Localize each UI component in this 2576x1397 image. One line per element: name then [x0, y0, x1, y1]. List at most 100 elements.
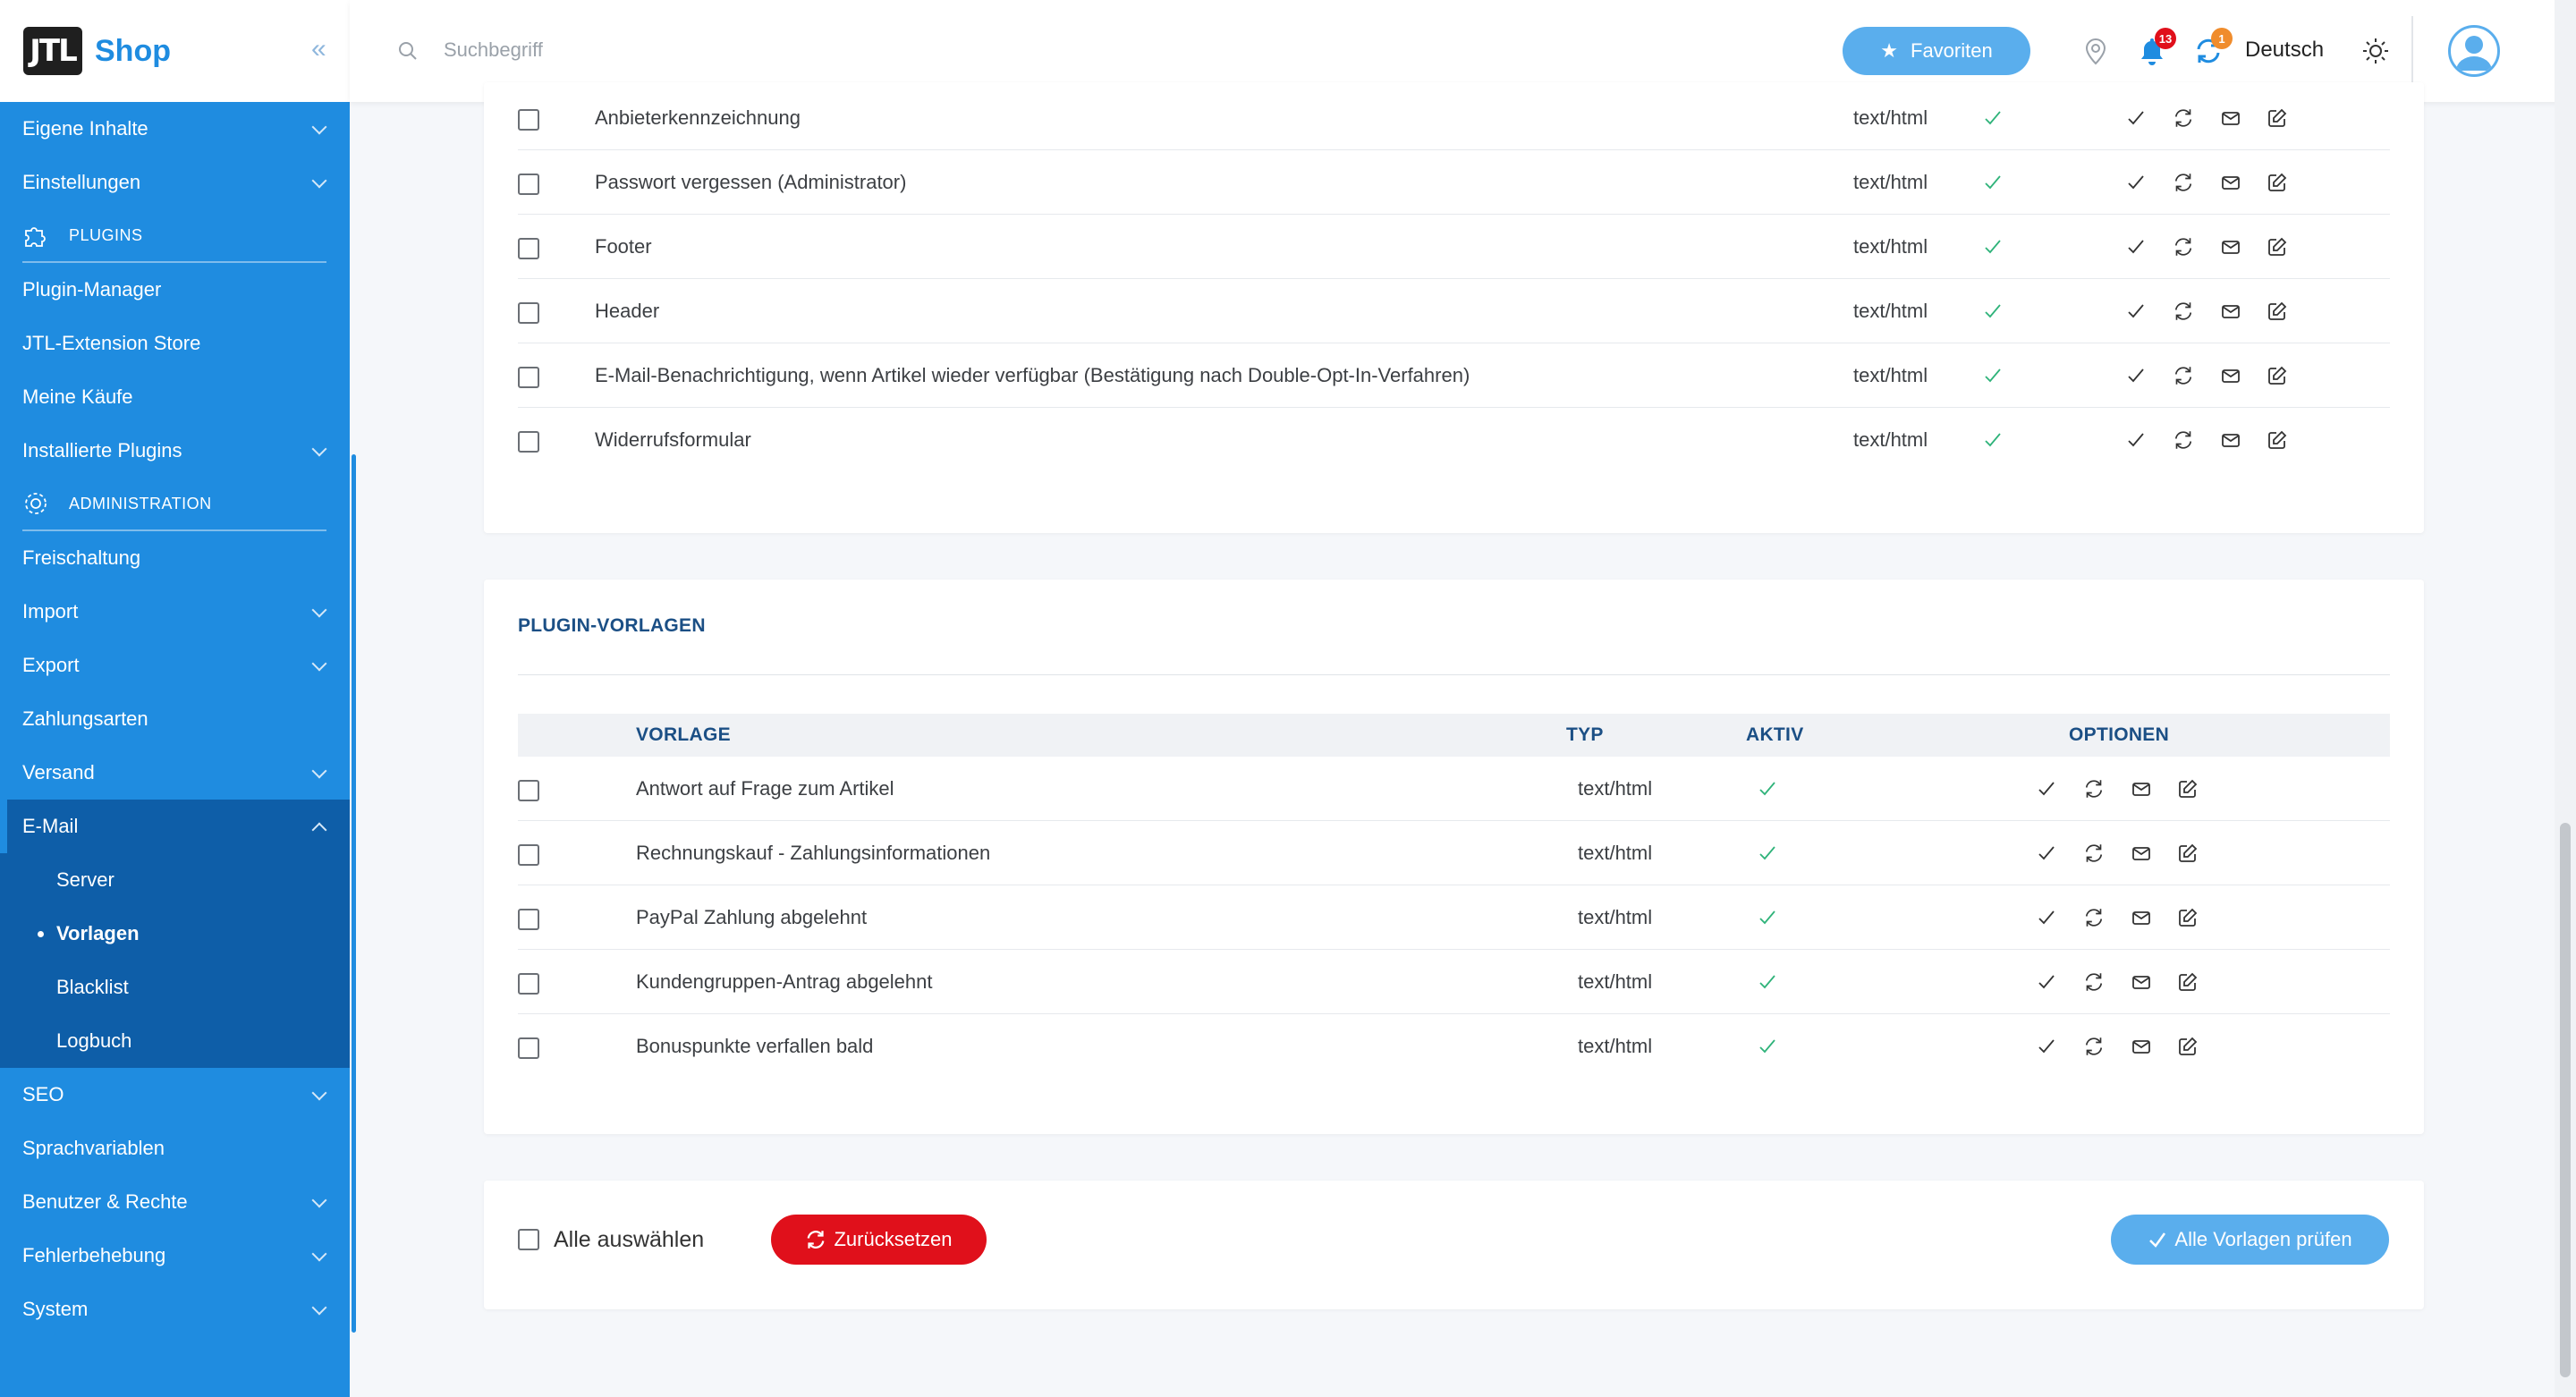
- sidebar-subitem-server[interactable]: Server: [0, 853, 350, 907]
- favorites-button[interactable]: ★ Favoriten: [1843, 27, 2030, 75]
- edit-icon[interactable]: [2175, 969, 2200, 995]
- checkmark-icon[interactable]: [2034, 1034, 2059, 1059]
- checkmark-icon[interactable]: [2123, 170, 2148, 195]
- sidebar-item-installierte-plugins[interactable]: Installierte Plugins: [0, 424, 350, 478]
- refresh-icon[interactable]: [2081, 905, 2106, 930]
- template-name[interactable]: Footer: [595, 215, 652, 279]
- row-checkbox[interactable]: [518, 909, 539, 930]
- mail-icon[interactable]: [2129, 969, 2154, 995]
- refresh-icon[interactable]: [2081, 1034, 2106, 1059]
- row-checkbox[interactable]: [518, 973, 539, 995]
- row-checkbox[interactable]: [518, 844, 539, 866]
- row-checkbox[interactable]: [518, 302, 539, 324]
- row-checkbox[interactable]: [518, 780, 539, 801]
- language-selector[interactable]: Deutsch: [2245, 38, 2324, 63]
- mail-icon[interactable]: [2129, 841, 2154, 866]
- checkmark-icon[interactable]: [2034, 776, 2059, 801]
- template-name[interactable]: Bonuspunkte verfallen bald: [636, 1014, 873, 1079]
- edit-icon[interactable]: [2175, 905, 2200, 930]
- sidebar-item-email[interactable]: E-Mail: [0, 800, 350, 853]
- edit-icon[interactable]: [2265, 106, 2290, 131]
- sidebar-item-eigene-inhalte[interactable]: Eigene Inhalte: [0, 102, 350, 156]
- refresh-icon[interactable]: [2081, 776, 2106, 801]
- mail-icon[interactable]: [2218, 299, 2243, 324]
- edit-icon[interactable]: [2265, 428, 2290, 453]
- row-checkbox[interactable]: [518, 431, 539, 453]
- collapse-sidebar-icon[interactable]: «: [311, 36, 333, 63]
- location-pin-icon[interactable]: [2080, 36, 2111, 66]
- shop-logo-text[interactable]: Shop: [95, 34, 171, 69]
- mail-icon[interactable]: [2218, 363, 2243, 388]
- mail-icon[interactable]: [2129, 1034, 2154, 1059]
- refresh-icon[interactable]: [2171, 234, 2196, 259]
- row-checkbox[interactable]: [518, 238, 539, 259]
- row-checkbox[interactable]: [518, 1037, 539, 1059]
- sidebar-item-freischaltung[interactable]: Freischaltung: [0, 531, 350, 585]
- sidebar-item-benutzer-rechte[interactable]: Benutzer & Rechte: [0, 1175, 350, 1229]
- edit-icon[interactable]: [2175, 1034, 2200, 1059]
- template-name[interactable]: E-Mail-Benachrichtigung, wenn Artikel wi…: [595, 343, 1470, 408]
- mail-icon[interactable]: [2218, 428, 2243, 453]
- mail-icon[interactable]: [2218, 234, 2243, 259]
- template-name[interactable]: Kundengruppen-Antrag abgelehnt: [636, 950, 933, 1014]
- refresh-icon[interactable]: [2081, 841, 2106, 866]
- sidebar-subitem-blacklist[interactable]: Blacklist: [0, 961, 350, 1014]
- sidebar-item-zahlungsarten[interactable]: Zahlungsarten: [0, 692, 350, 746]
- edit-icon[interactable]: [2175, 841, 2200, 866]
- search-input[interactable]: [444, 32, 980, 68]
- checkmark-icon[interactable]: [2123, 299, 2148, 324]
- sidebar-item-system[interactable]: System: [0, 1283, 350, 1336]
- sidebar-item-einstellungen[interactable]: Einstellungen: [0, 156, 350, 209]
- checkmark-icon[interactable]: [2034, 841, 2059, 866]
- mail-icon[interactable]: [2129, 905, 2154, 930]
- sidebar-item-plugin-manager[interactable]: Plugin-Manager: [0, 263, 350, 317]
- checkmark-icon[interactable]: [2123, 428, 2148, 453]
- edit-icon[interactable]: [2265, 234, 2290, 259]
- page-scrollbar-thumb[interactable]: [2560, 823, 2571, 1377]
- checkmark-icon[interactable]: [2123, 363, 2148, 388]
- row-checkbox[interactable]: [518, 109, 539, 131]
- refresh-icon[interactable]: [2171, 428, 2196, 453]
- sidebar-item-import[interactable]: Import: [0, 585, 350, 639]
- template-name[interactable]: Passwort vergessen (Administrator): [595, 150, 906, 215]
- check-all-templates-button[interactable]: Alle Vorlagen prüfen: [2111, 1215, 2389, 1265]
- template-name[interactable]: Rechnungskauf - Zahlungsinformationen: [636, 821, 990, 885]
- theme-sun-icon[interactable]: [2360, 36, 2391, 66]
- sidebar-scrollbar[interactable]: [352, 454, 356, 1333]
- sidebar-item-export[interactable]: Export: [0, 639, 350, 692]
- notifications-bell-icon[interactable]: 13: [2137, 28, 2176, 66]
- edit-icon[interactable]: [2265, 299, 2290, 324]
- sidebar-item-fehlerbehebung[interactable]: Fehlerbehebung: [0, 1229, 350, 1283]
- template-name[interactable]: Antwort auf Frage zum Artikel: [636, 757, 894, 821]
- mail-icon[interactable]: [2218, 106, 2243, 131]
- template-name[interactable]: Widerrufsformular: [595, 408, 751, 472]
- select-all-checkbox[interactable]: [518, 1229, 539, 1250]
- template-name[interactable]: Header: [595, 279, 659, 343]
- refresh-icon[interactable]: [2171, 170, 2196, 195]
- sidebar-item-meine-kaeufe[interactable]: Meine Käufe: [0, 370, 350, 424]
- refresh-icon[interactable]: [2081, 969, 2106, 995]
- reset-button[interactable]: Zurücksetzen: [771, 1215, 987, 1265]
- row-checkbox[interactable]: [518, 367, 539, 388]
- checkmark-icon[interactable]: [2034, 905, 2059, 930]
- user-avatar[interactable]: [2448, 25, 2500, 77]
- sidebar-subitem-logbuch[interactable]: Logbuch: [0, 1014, 350, 1068]
- checkmark-icon[interactable]: [2034, 969, 2059, 995]
- sidebar-item-versand[interactable]: Versand: [0, 746, 350, 800]
- jtl-logo[interactable]: JTL: [23, 27, 82, 75]
- edit-icon[interactable]: [2175, 776, 2200, 801]
- checkmark-icon[interactable]: [2123, 234, 2148, 259]
- sidebar-item-extension-store[interactable]: JTL-Extension Store: [0, 317, 350, 370]
- row-checkbox[interactable]: [518, 174, 539, 195]
- sidebar-item-seo[interactable]: SEO: [0, 1068, 350, 1122]
- refresh-icon[interactable]: [2171, 106, 2196, 131]
- mail-icon[interactable]: [2129, 776, 2154, 801]
- updates-sync-icon[interactable]: 1: [2193, 28, 2233, 66]
- refresh-icon[interactable]: [2171, 363, 2196, 388]
- sidebar-item-sprachvariablen[interactable]: Sprachvariablen: [0, 1122, 350, 1175]
- checkmark-icon[interactable]: [2123, 106, 2148, 131]
- template-name[interactable]: PayPal Zahlung abgelehnt: [636, 885, 867, 950]
- template-name[interactable]: Anbieterkennzeichnung: [595, 86, 801, 150]
- edit-icon[interactable]: [2265, 170, 2290, 195]
- mail-icon[interactable]: [2218, 170, 2243, 195]
